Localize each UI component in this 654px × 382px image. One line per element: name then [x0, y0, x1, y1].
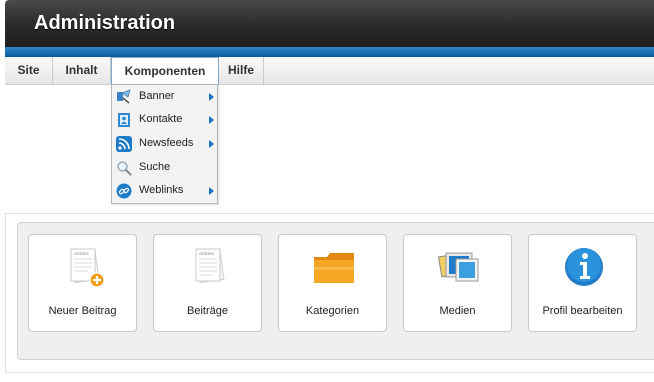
dropdown-item-kontakte[interactable]: Kontakte [112, 109, 217, 131]
quickicon-label: Kategorien [305, 305, 360, 317]
page-title: Administration [34, 12, 176, 34]
dropdown-item-label: Newsfeeds [139, 137, 194, 149]
menu-item-site[interactable]: Site [5, 57, 53, 84]
dropdown-item-label: Banner [139, 90, 175, 102]
folder-icon [314, 253, 354, 283]
submenu-arrow-icon [209, 187, 214, 195]
doc-text: Articles [199, 251, 215, 256]
dropdown-item-suche[interactable]: Suche [112, 157, 217, 179]
quickicon-label: Beiträge [187, 305, 228, 317]
quickicon-edit-profile[interactable]: Profil bearbeiten [528, 234, 637, 332]
quickicon-label: Profil bearbeiten [542, 305, 623, 317]
submenu-arrow-icon [209, 93, 214, 101]
dropdown-item-label: Suche [139, 161, 171, 173]
menu-item-komponenten[interactable]: Komponenten [111, 57, 219, 85]
content-border-bottom [5, 372, 654, 373]
quickicon-label: Neuer Beitrag [48, 305, 117, 317]
komponenten-dropdown: Banner Kontakte Newsfeeds Suche Weblinks [111, 84, 218, 204]
dropdown-item-label: Weblinks [139, 184, 184, 196]
weblinks-icon [116, 183, 132, 199]
quickicon-articles[interactable]: Articles Beiträge [153, 234, 262, 332]
quickicon-media[interactable]: Medien [403, 234, 512, 332]
media-icon [437, 252, 479, 282]
content-border-left [5, 213, 6, 373]
quickicon-label: Medien [439, 305, 476, 317]
content-border-top [5, 213, 654, 214]
doc-text: Articles [74, 251, 90, 256]
info-icon [565, 248, 603, 286]
admin-header: Administration [5, 0, 654, 47]
dropdown-item-label: Kontakte [139, 113, 183, 125]
dropdown-item-weblinks[interactable]: Weblinks [112, 180, 217, 202]
dropdown-item-newsfeeds[interactable]: Newsfeeds [112, 133, 217, 155]
contacts-icon [118, 113, 130, 127]
header-accent-bar [5, 47, 654, 57]
new-article-icon: Articles [70, 248, 105, 288]
articles-icon: Articles [195, 248, 225, 284]
rss-icon [116, 136, 132, 152]
menu-item-inhalt[interactable]: Inhalt [53, 57, 111, 84]
banner-icon [117, 89, 131, 104]
search-icon [117, 161, 132, 176]
dropdown-item-banner[interactable]: Banner [112, 86, 217, 108]
quickicon-categories[interactable]: Kategorien [278, 234, 387, 332]
submenu-arrow-icon [209, 116, 214, 124]
main-menu-bar: Site Inhalt Komponenten Hilfe [5, 57, 654, 85]
quickicon-new-article[interactable]: Articles Neuer Beitrag [28, 234, 137, 332]
submenu-arrow-icon [209, 140, 214, 148]
menu-item-hilfe[interactable]: Hilfe [219, 57, 264, 84]
